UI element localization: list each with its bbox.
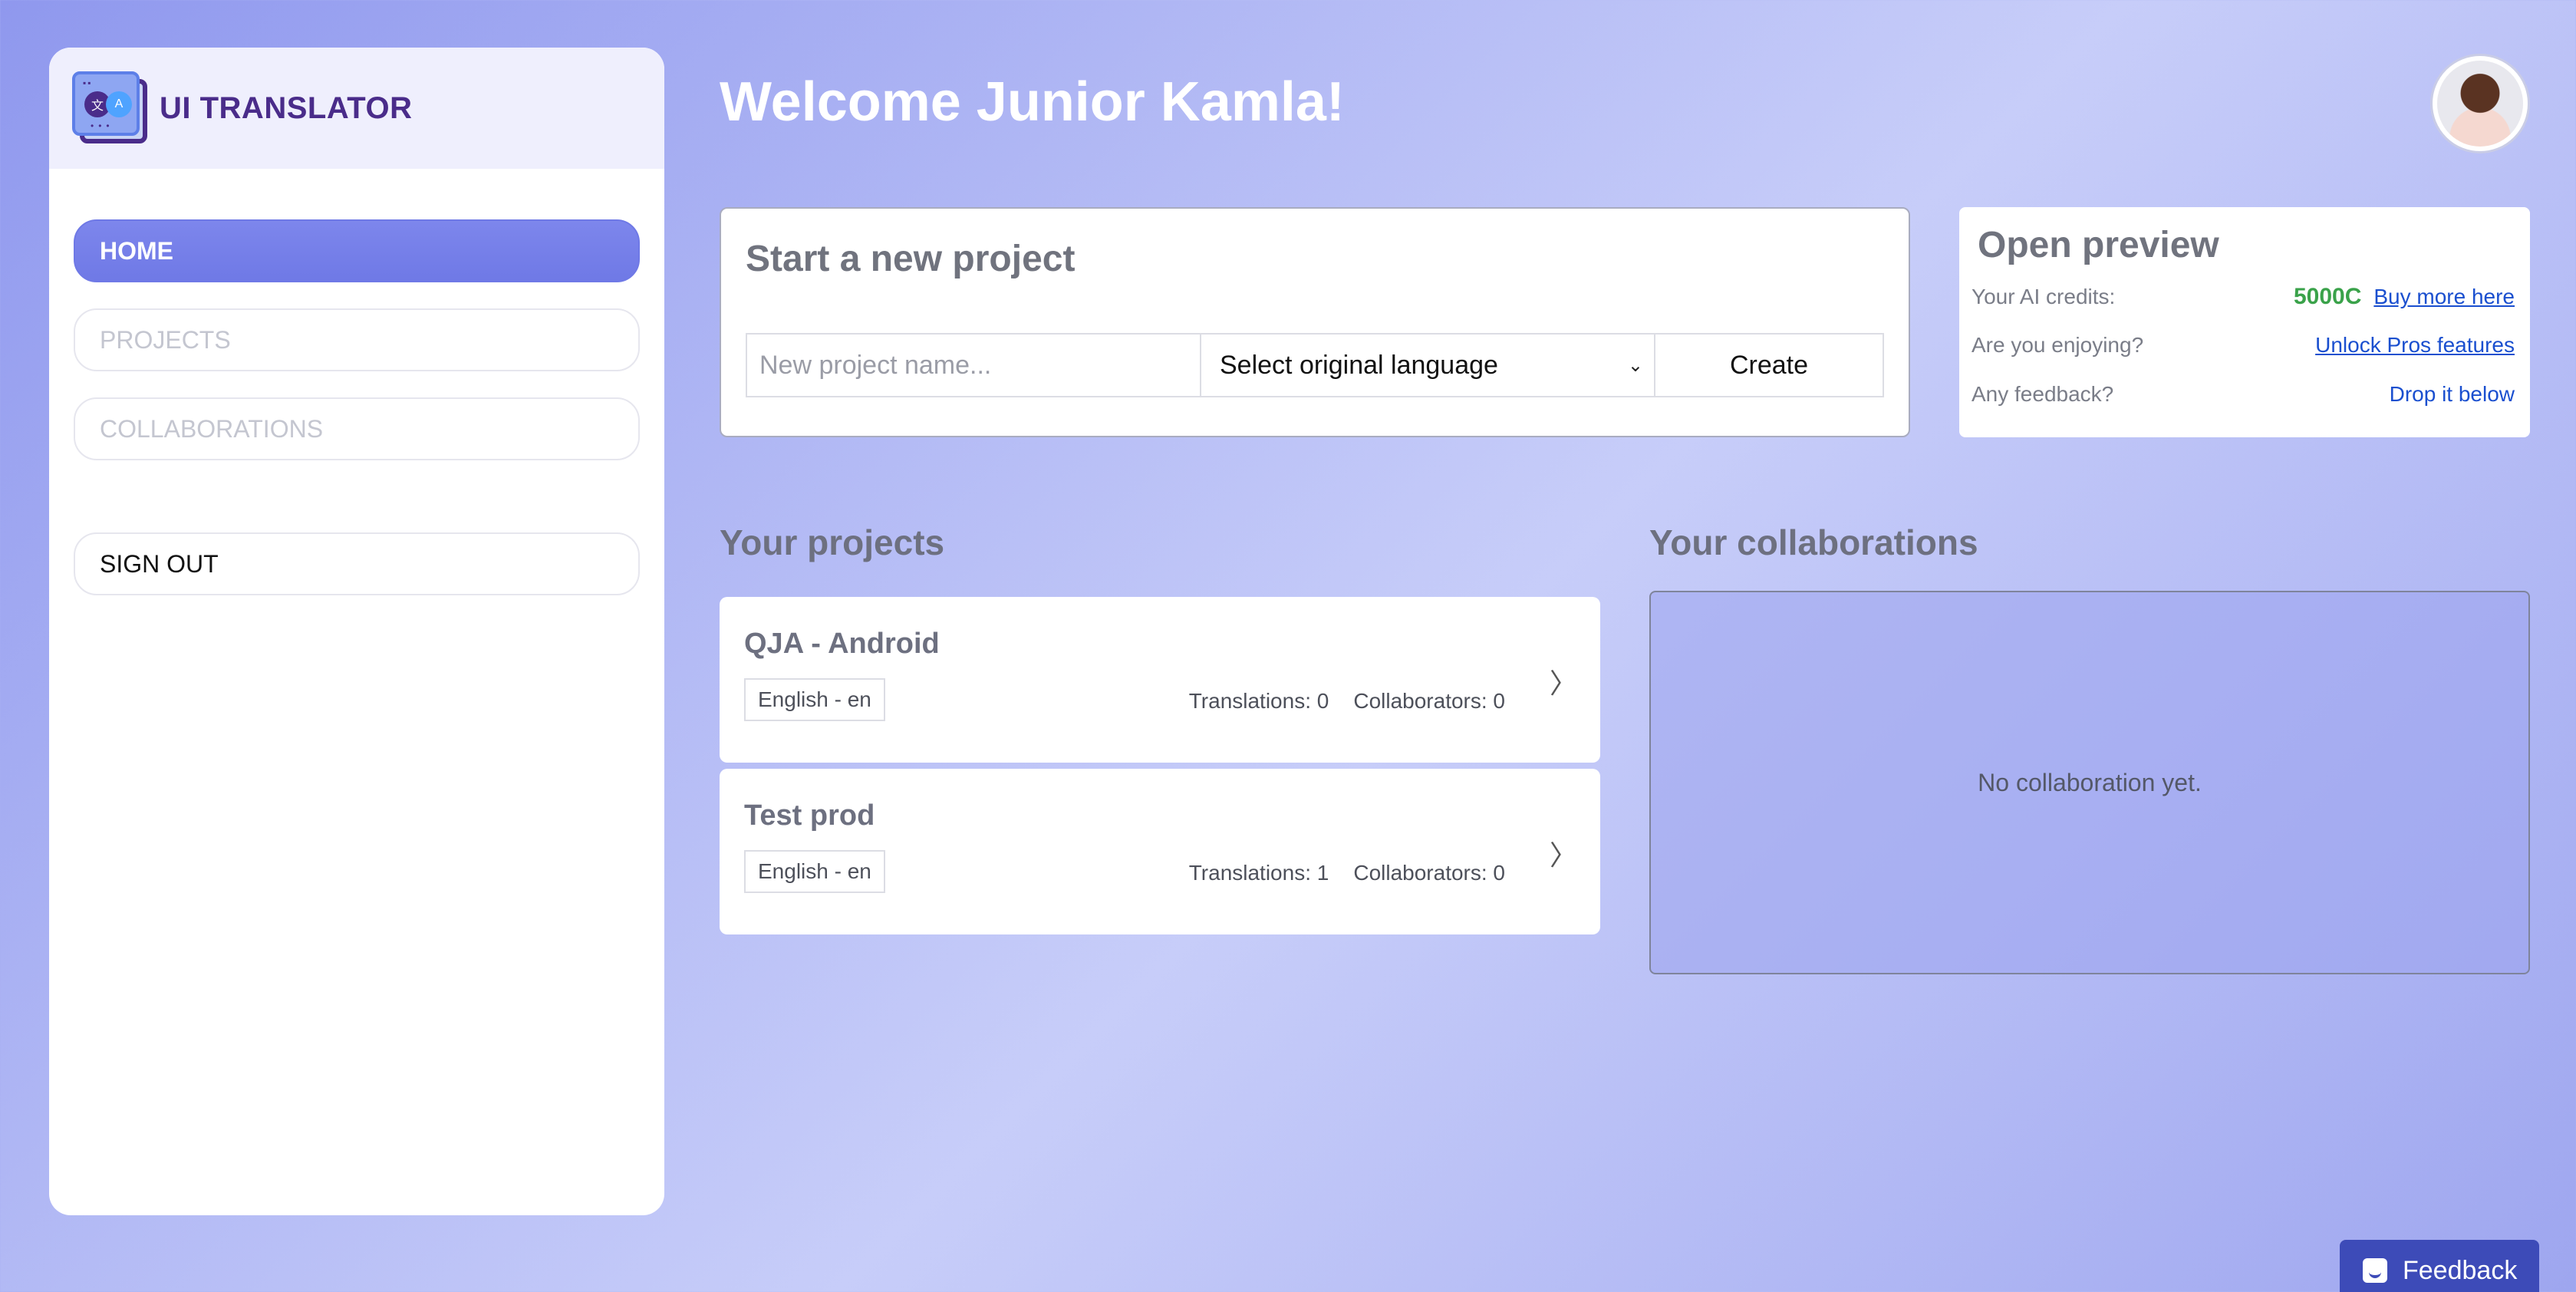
feedback-button-label: Feedback <box>2403 1255 2518 1285</box>
chevron-right-icon[interactable]: 〉 <box>1550 661 1577 701</box>
project-stats: Translations: 1 Collaborators: 0 <box>1189 861 1505 885</box>
project-name: Test prod <box>744 799 875 832</box>
enjoy-label: Are you enjoying? <box>1972 333 2144 357</box>
chevron-down-icon: ⌄ <box>1627 354 1643 376</box>
project-card[interactable]: Test prod English - en Translations: 1 C… <box>720 769 1600 934</box>
new-project-card: Start a new project Select original lang… <box>720 207 1910 437</box>
project-translations: Translations: 1 <box>1188 861 1329 885</box>
unlock-pros-link[interactable]: Unlock Pros features <box>2315 333 2515 358</box>
sidebar-header: ▪▪ 文 A ••• UI TRANSLATOR <box>49 48 664 169</box>
brand-name: UI TRANSLATOR <box>160 91 413 125</box>
app-logo-icon: ▪▪ 文 A ••• <box>72 71 149 145</box>
buy-more-link[interactable]: Buy more here <box>2373 285 2515 309</box>
welcome-title: Welcome Junior Kamla! <box>720 71 1345 133</box>
drop-it-below-link[interactable]: Drop it below <box>2390 382 2515 407</box>
collaborations-section-title: Your collaborations <box>1649 522 1978 562</box>
ai-credits-row: Your AI credits: 5000C Buy more here <box>1972 284 2515 310</box>
collaborations-empty-text: No collaboration yet. <box>1978 768 2202 796</box>
project-translations: Translations: 0 <box>1188 689 1329 713</box>
nav-item-projects[interactable]: PROJECTS <box>74 308 640 371</box>
project-collaborators: Collaborators: 0 <box>1353 861 1505 885</box>
sidebar-nav: HOME PROJECTS COLLABORATIONS SIGN OUT <box>49 169 664 595</box>
feedback-row: Any feedback? Drop it below <box>1972 382 2515 407</box>
projects-section-title: Your projects <box>720 522 945 562</box>
create-project-button[interactable]: Create <box>1655 333 1884 397</box>
project-name: QJA - Android <box>744 628 940 660</box>
project-collaborators: Collaborators: 0 <box>1353 689 1505 713</box>
project-card[interactable]: QJA - Android English - en Translations:… <box>720 597 1600 763</box>
feedback-smile-icon <box>2363 1258 2387 1283</box>
enjoy-row: Are you enjoying? Unlock Pros features <box>1972 333 2515 358</box>
nav-item-collaborations[interactable]: COLLABORATIONS <box>74 397 640 460</box>
user-avatar[interactable] <box>2430 54 2530 153</box>
original-language-select-value: Select original language <box>1220 350 1498 380</box>
chevron-right-icon[interactable]: 〉 <box>1550 833 1577 873</box>
open-preview-card: Open preview Your AI credits: 5000C Buy … <box>1959 207 2530 437</box>
nav-item-home[interactable]: HOME <box>74 219 640 282</box>
project-language-badge: English - en <box>744 850 885 893</box>
project-name-input[interactable] <box>746 333 1201 397</box>
collaborations-panel: No collaboration yet. <box>1649 591 2530 974</box>
sidebar: ▪▪ 文 A ••• UI TRANSLATOR HOME PROJECTS C… <box>49 48 664 1215</box>
new-project-title: Start a new project <box>746 239 1076 279</box>
open-preview-title: Open preview <box>1978 225 2219 265</box>
feedback-button[interactable]: Feedback <box>2340 1240 2539 1292</box>
original-language-select[interactable]: Select original language ⌄ <box>1201 333 1655 397</box>
sign-out-button[interactable]: SIGN OUT <box>74 532 640 595</box>
project-stats: Translations: 0 Collaborators: 0 <box>1189 689 1505 714</box>
feedback-label: Any feedback? <box>1972 382 2114 406</box>
project-language-badge: English - en <box>744 678 885 721</box>
ai-credits-label: Your AI credits: <box>1972 285 2116 308</box>
new-project-form: Select original language ⌄ Create <box>746 333 1884 397</box>
avatar-image <box>2437 61 2523 147</box>
ai-credits-value: 5000C <box>2293 284 2362 309</box>
